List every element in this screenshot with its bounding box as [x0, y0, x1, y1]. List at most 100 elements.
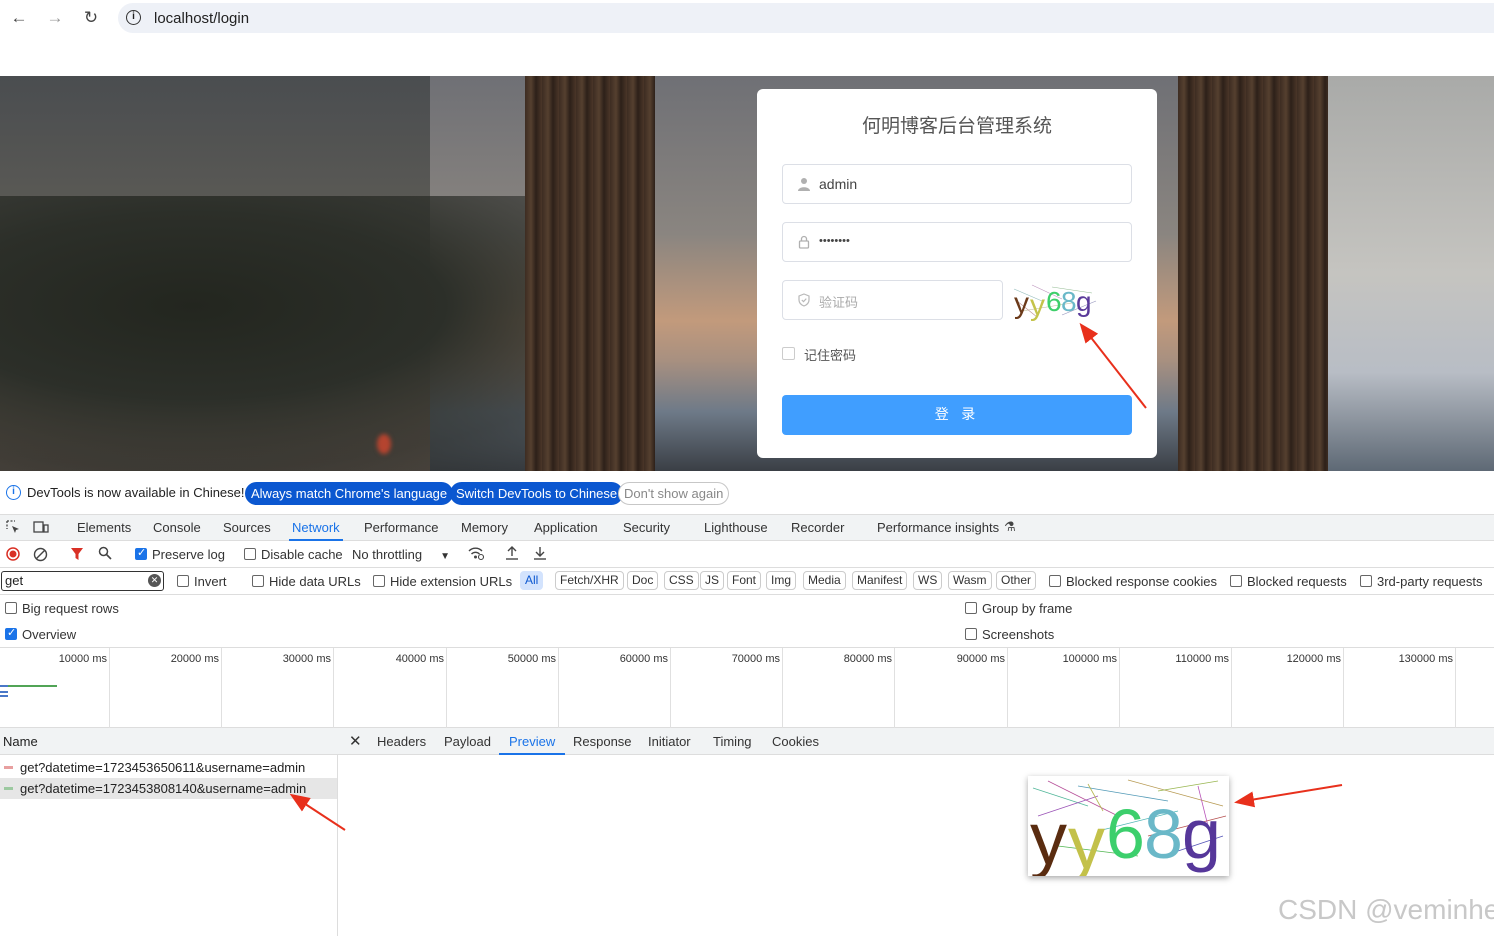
blocked-response-cookies-checkbox[interactable] [1049, 575, 1061, 587]
record-stop-icon[interactable] [6, 547, 20, 564]
group-by-frame-label[interactable]: Group by frame [982, 601, 1072, 616]
request-row-selected[interactable]: get?datetime=1723453808140&username=admi… [0, 778, 337, 799]
filter-input[interactable]: get [1, 571, 164, 591]
tab-timing[interactable]: Timing [713, 734, 752, 749]
hide-data-urls-label[interactable]: Hide data URLs [269, 574, 361, 589]
disable-cache-checkbox[interactable] [244, 548, 256, 560]
tab-performance-insights[interactable]: Performance insights [877, 520, 999, 535]
close-detail-icon[interactable]: ✕ [349, 732, 362, 750]
inspect-element-icon[interactable] [6, 520, 20, 537]
import-har-icon[interactable] [505, 545, 519, 564]
group-by-frame-checkbox[interactable] [965, 602, 977, 614]
tab-initiator[interactable]: Initiator [648, 734, 691, 749]
big-request-rows-checkbox[interactable] [5, 602, 17, 614]
device-toolbar-icon[interactable] [33, 520, 49, 537]
tab-preview[interactable]: Preview [498, 734, 566, 755]
dont-show-again-button[interactable]: Don't show again [618, 482, 730, 505]
url-text[interactable]: localhost/login [154, 10, 249, 27]
login-button[interactable]: 登 录 [782, 395, 1132, 435]
type-filter-font[interactable]: Font [727, 571, 762, 590]
type-filter-other[interactable]: Other [996, 571, 1037, 590]
export-har-icon[interactable] [533, 545, 547, 564]
tab-network[interactable]: Network [289, 520, 343, 541]
clear-filter-icon[interactable]: ✕ [148, 574, 161, 587]
type-filter-ws[interactable]: WS [913, 571, 943, 590]
hide-data-urls-checkbox[interactable] [252, 575, 264, 587]
tab-sources[interactable]: Sources [223, 520, 271, 535]
type-filter-fetch-xhr[interactable]: Fetch/XHR [555, 571, 624, 590]
forward-arrow-icon[interactable]: → [45, 8, 65, 28]
third-party-requests-checkbox[interactable] [1360, 575, 1372, 587]
tab-console[interactable]: Console [153, 520, 201, 535]
network-conditions-icon[interactable] [467, 545, 485, 564]
disable-cache-label[interactable]: Disable cache [261, 547, 343, 562]
tab-headers[interactable]: Headers [377, 734, 426, 749]
tab-recorder[interactable]: Recorder [791, 520, 844, 535]
password-field[interactable]: •••••••• [782, 222, 1132, 262]
type-filter-doc[interactable]: Doc [627, 571, 659, 590]
preserve-log-label[interactable]: Preserve log [152, 547, 225, 562]
preserve-log-checkbox[interactable] [135, 546, 147, 560]
network-overview-timeline[interactable]: 10000 ms 20000 ms 30000 ms 40000 ms 50000 ms… [0, 647, 1494, 728]
remember-label[interactable]: 记住密码 [804, 345, 856, 364]
third-party-requests-toggle[interactable]: 3rd-party requests [1360, 574, 1483, 589]
overview-toggle[interactable]: Overview [5, 626, 76, 642]
name-column-header[interactable]: Name [0, 728, 338, 755]
third-party-requests-label[interactable]: 3rd-party requests [1377, 574, 1483, 589]
type-filter-manifest[interactable]: Manifest [852, 571, 908, 590]
blocked-response-cookies-label[interactable]: Blocked response cookies [1066, 574, 1217, 589]
overview-checkbox[interactable] [5, 626, 17, 640]
invert-toggle[interactable]: Invert [177, 574, 227, 589]
request-name[interactable]: get?datetime=1723453650611&username=admi… [20, 760, 305, 775]
password-value[interactable]: •••••••• [819, 235, 850, 247]
throttling-value[interactable]: No throttling [352, 547, 422, 562]
invert-label[interactable]: Invert [194, 574, 227, 589]
search-icon[interactable] [98, 546, 112, 563]
clear-icon[interactable] [33, 547, 48, 565]
invert-checkbox[interactable] [177, 575, 189, 587]
blocked-requests-checkbox[interactable] [1230, 575, 1242, 587]
back-arrow-icon[interactable]: ← [9, 8, 29, 28]
disable-cache-toggle[interactable]: Disable cache [244, 547, 343, 562]
type-filter-css[interactable]: CSS [664, 571, 699, 590]
username-field[interactable]: admin [782, 164, 1132, 204]
group-by-frame-toggle[interactable]: Group by frame [965, 601, 1072, 616]
type-filter-wasm[interactable]: Wasm [948, 571, 992, 590]
type-filter-all[interactable]: All [520, 571, 544, 590]
blocked-requests-label[interactable]: Blocked requests [1247, 574, 1347, 589]
switch-to-chinese-button[interactable]: Switch DevTools to Chinese [450, 482, 624, 505]
always-match-language-button[interactable]: Always match Chrome's language [245, 482, 454, 505]
blocked-requests-toggle[interactable]: Blocked requests [1230, 574, 1347, 589]
name-header-label[interactable]: Name [3, 734, 38, 749]
username-value[interactable]: admin [819, 176, 857, 192]
filter-icon[interactable] [70, 547, 84, 564]
hide-extension-urls-checkbox[interactable] [373, 575, 385, 587]
throttling-select[interactable]: No throttling ▼ [352, 547, 450, 562]
tab-cookies[interactable]: Cookies [772, 734, 819, 749]
type-filter-img[interactable]: Img [766, 571, 797, 590]
screenshots-toggle[interactable]: Screenshots [965, 627, 1054, 642]
tab-security[interactable]: Security [623, 520, 670, 535]
hide-extension-urls-toggle[interactable]: Hide extension URLs [373, 574, 512, 589]
request-name[interactable]: get?datetime=1723453808140&username=admi… [20, 781, 306, 796]
address-bar[interactable]: i localhost/login [118, 3, 1494, 33]
site-info-icon[interactable]: i [126, 10, 141, 25]
captcha-image[interactable]: y y 6 8 g [1012, 281, 1097, 321]
hide-extension-urls-label[interactable]: Hide extension URLs [390, 574, 512, 589]
tab-memory[interactable]: Memory [461, 520, 508, 535]
tab-payload[interactable]: Payload [444, 734, 491, 749]
overview-label[interactable]: Overview [22, 627, 76, 642]
tab-performance[interactable]: Performance [364, 520, 438, 535]
screenshots-label[interactable]: Screenshots [982, 627, 1054, 642]
blocked-response-cookies-toggle[interactable]: Blocked response cookies [1049, 574, 1217, 589]
screenshots-checkbox[interactable] [965, 628, 977, 640]
tab-lighthouse[interactable]: Lighthouse [704, 520, 768, 535]
type-filter-js[interactable]: JS [700, 571, 725, 590]
tab-elements[interactable]: Elements [77, 520, 131, 535]
type-filter-media[interactable]: Media [803, 571, 846, 590]
big-request-rows-toggle[interactable]: Big request rows [5, 601, 119, 616]
hide-data-urls-toggle[interactable]: Hide data URLs [252, 574, 361, 589]
tab-application[interactable]: Application [534, 520, 598, 535]
captcha-field[interactable]: 验证码 [782, 280, 1003, 320]
preserve-log-toggle[interactable]: Preserve log [135, 546, 225, 562]
